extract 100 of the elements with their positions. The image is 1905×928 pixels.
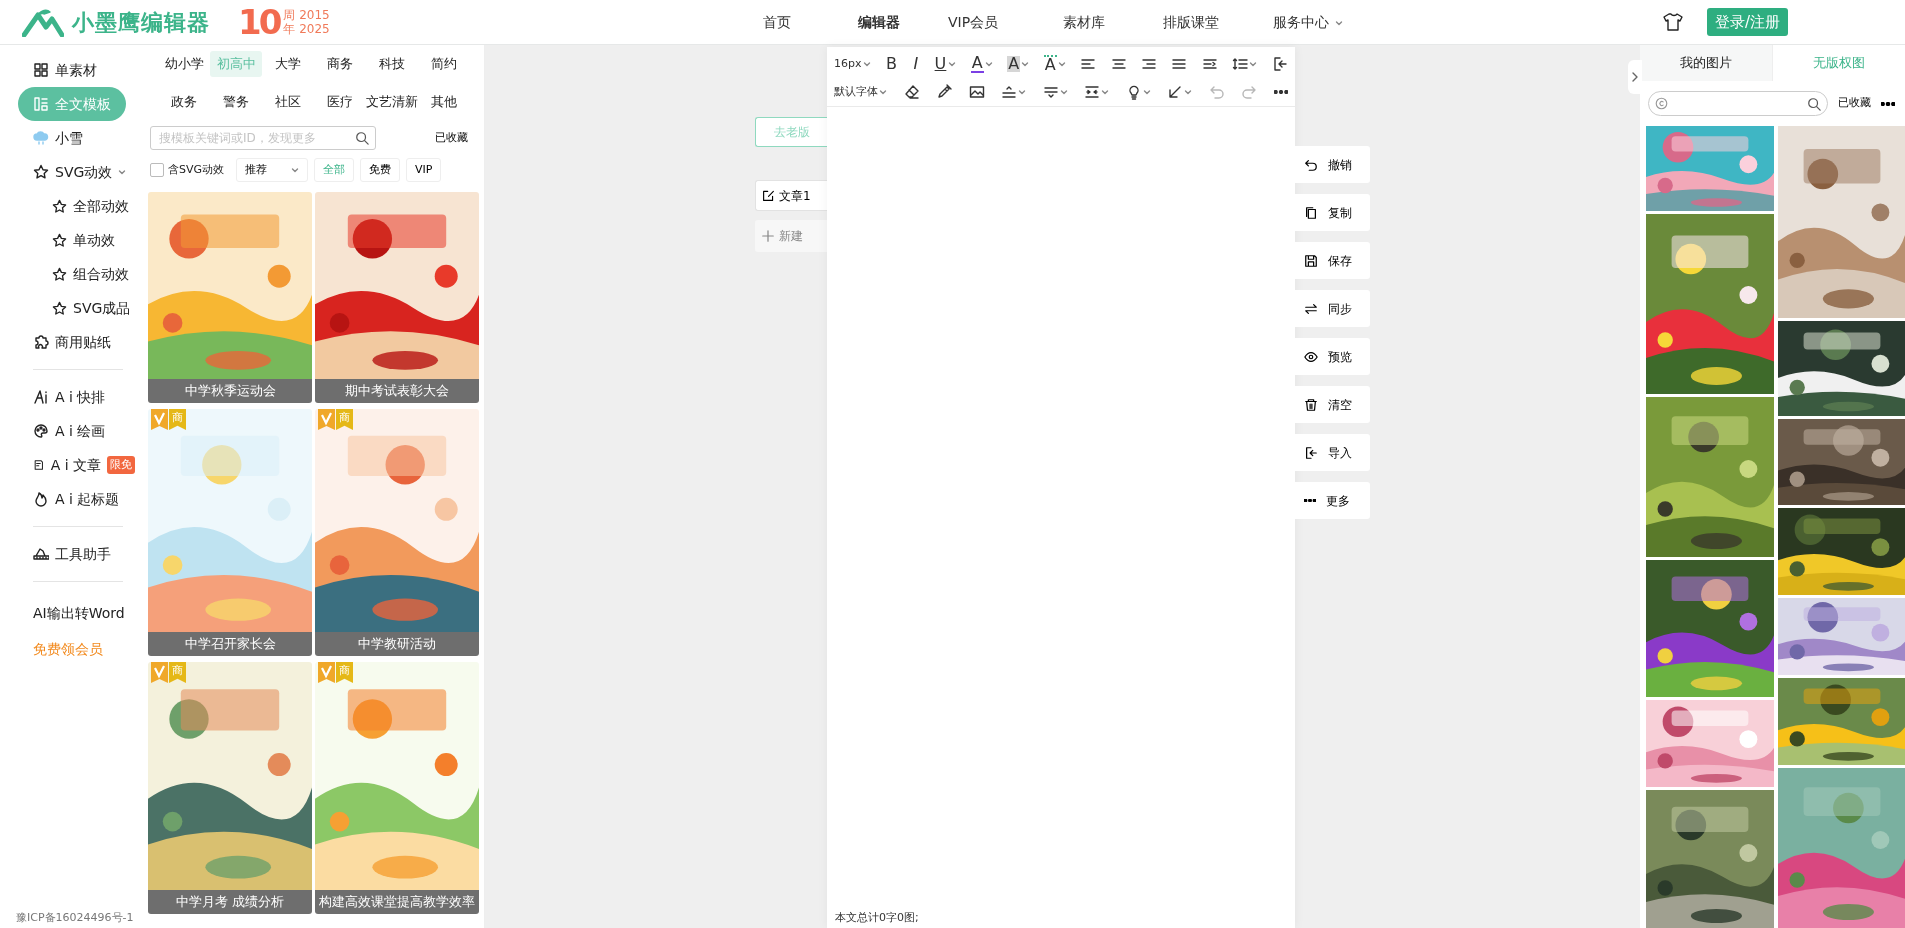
caret-icon — [1249, 60, 1258, 68]
sidebar-item[interactable]: AI输出转Word — [0, 596, 145, 630]
template-title: 中学月考 成绩分析 — [148, 890, 312, 914]
sidebar-item[interactable]: A i 起标题 — [0, 482, 145, 516]
action-button[interactable]: 复制 — [1295, 194, 1370, 231]
favorites-link[interactable]: 已收藏 — [1838, 95, 1871, 112]
copyright-icon — [1655, 97, 1668, 110]
sidebar-item[interactable]: A i 文章 限免 — [0, 448, 145, 482]
new-document-button[interactable]: 新建 — [755, 220, 827, 252]
sidebar-subitem[interactable]: SVG成品 — [0, 291, 145, 325]
category-tab[interactable]: 简约 — [418, 51, 470, 77]
sidebar-subitem[interactable]: 全部动效 — [0, 189, 145, 223]
star-icon — [52, 266, 67, 282]
favorites-link[interactable]: 已收藏 — [435, 129, 468, 147]
brush-icon — [936, 84, 953, 100]
font-color-button[interactable]: A — [969, 53, 994, 75]
exit-icon — [1271, 56, 1288, 72]
category-tab[interactable]: 医疗 — [314, 88, 366, 114]
template-card[interactable]: 商 中学月考 成绩分析 — [148, 662, 312, 914]
document-icon — [33, 457, 45, 473]
caret-icon — [862, 60, 871, 68]
sync-icon — [1304, 301, 1318, 316]
nav-link[interactable]: 首页 — [763, 11, 858, 33]
caret-icon — [948, 60, 957, 68]
italic-button[interactable]: I — [911, 53, 921, 75]
nav-link[interactable]: 排版课堂 — [1163, 11, 1273, 33]
import-icon — [1304, 445, 1318, 460]
sidebar-item[interactable]: 小雪 — [0, 121, 145, 155]
category-tab[interactable]: 社区 — [262, 88, 314, 114]
document-tab[interactable]: 文章1 — [755, 180, 827, 211]
bird-logo-icon — [22, 7, 64, 37]
action-button[interactable]: 撤销 — [1295, 146, 1370, 183]
more-icon — [1273, 90, 1288, 94]
sidebar-item[interactable]: A i 绘画 — [0, 414, 145, 448]
search-field[interactable]: 搜模板关键词或ID，发现更多 — [150, 126, 376, 150]
anniversary-text: 周 2015 — [283, 7, 330, 22]
underline-button[interactable]: U — [932, 53, 958, 75]
sidebar-item[interactable]: 商用贴纸 — [0, 325, 145, 359]
eye-icon — [1304, 349, 1318, 364]
sort-dropdown[interactable]: 推荐 — [236, 158, 308, 182]
font-family-select[interactable]: 默认字体 — [833, 81, 888, 103]
sidebar-subitem[interactable]: 单动效 — [0, 223, 145, 257]
indent-icon — [1201, 56, 1218, 72]
category-tab[interactable]: 其他 — [418, 88, 470, 114]
bold-button[interactable]: B — [883, 53, 899, 75]
template-card[interactable]: 商 中学教研活动 — [315, 409, 479, 656]
nav-link[interactable]: 素材库 — [1063, 11, 1163, 33]
template-card[interactable]: 商 中学召开家长会 — [148, 409, 312, 656]
action-button[interactable]: 更多 — [1295, 482, 1370, 519]
line-height-icon — [1232, 56, 1249, 72]
action-button[interactable]: 保存 — [1295, 242, 1370, 279]
more-button[interactable] — [1881, 101, 1895, 106]
category-tab[interactable]: 警务 — [210, 88, 262, 114]
caret-icon — [1142, 88, 1151, 96]
svg-filter-checkbox[interactable]: 含SVG动效 — [150, 161, 230, 179]
flame-icon — [33, 491, 49, 507]
action-button[interactable]: 预览 — [1295, 338, 1370, 375]
redo-icon — [1241, 84, 1258, 100]
nav-link[interactable]: 服务中心 — [1273, 11, 1363, 33]
category-tab[interactable]: 政务 — [158, 88, 210, 114]
category-tab[interactable]: 幼小学 — [158, 51, 210, 77]
search-icon — [1807, 96, 1821, 111]
nav-link[interactable]: 编辑器 — [858, 11, 948, 33]
font-size-select[interactable]: 16px — [833, 53, 872, 75]
action-button[interactable]: 导入 — [1295, 434, 1370, 471]
layout-icon — [33, 96, 49, 112]
star-icon — [33, 164, 49, 180]
price-tab[interactable]: 免费 — [360, 158, 400, 182]
image-tab[interactable]: 我的图片 — [1640, 45, 1773, 81]
caret-icon — [291, 166, 299, 174]
ruler-hand-icon — [33, 546, 49, 562]
sidebar-subitem[interactable]: 组合动效 — [0, 257, 145, 291]
word-count-text: 本文总计0字0图; — [834, 909, 920, 926]
price-tab[interactable]: VIP — [406, 158, 442, 182]
character-spacing-button[interactable]: A — [1042, 53, 1067, 75]
template-card[interactable]: 期中考试表彰大会 — [315, 192, 479, 403]
nav-link[interactable]: VIP会员 — [948, 11, 1063, 33]
category-tab[interactable]: 科技 — [366, 51, 418, 77]
category-tab[interactable]: 大学 — [262, 51, 314, 77]
caret-icon — [1018, 88, 1027, 96]
action-button[interactable]: 同步 — [1295, 290, 1370, 327]
copy-icon — [1304, 205, 1318, 220]
template-card[interactable]: 商 构建高效课堂提高教学效率 — [315, 662, 479, 914]
align-left-icon — [1080, 56, 1097, 72]
template-title: 中学秋季运动会 — [148, 379, 312, 403]
sidebar-item[interactable]: SVG动效 — [0, 155, 145, 189]
collapse-handle[interactable] — [1628, 60, 1642, 94]
anniversary-text: 年 2025 — [283, 22, 330, 37]
more-icon — [1304, 499, 1316, 502]
justify-icon — [1171, 56, 1188, 72]
sidebar-item[interactable]: A i 快排 — [0, 380, 145, 414]
category-tab[interactable]: 文艺清新 — [366, 88, 418, 114]
caret-icon — [1335, 18, 1343, 27]
sidebar-item[interactable]: 单素材 — [0, 53, 145, 87]
action-button[interactable]: 清空 — [1295, 386, 1370, 423]
category-tab[interactable]: 商务 — [314, 51, 366, 77]
template-card[interactable]: 中学秋季运动会 — [148, 192, 312, 403]
sidebar-item[interactable]: 工具助手 — [0, 537, 145, 571]
template-title: 期中考试表彰大会 — [315, 379, 479, 403]
highlight-button[interactable]: A — [1006, 53, 1031, 75]
